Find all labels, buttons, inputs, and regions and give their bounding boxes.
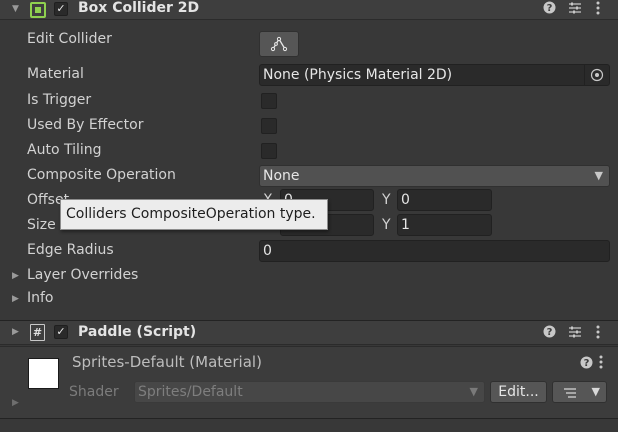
edit-collider-button[interactable] xyxy=(259,31,299,57)
offset-y-value: 0 xyxy=(401,192,410,208)
bottom-divider xyxy=(0,418,618,432)
is-trigger-checkbox[interactable] xyxy=(261,93,277,109)
shader-label: Shader xyxy=(69,384,119,400)
edge-radius-value: 0 xyxy=(263,243,272,259)
is-trigger-label: Is Trigger xyxy=(27,92,92,108)
edit-collider-label: Edit Collider xyxy=(27,31,112,47)
chevron-down-icon: ▼ xyxy=(591,385,600,398)
shader-value: Sprites/Default xyxy=(138,384,243,400)
svg-text:?: ? xyxy=(584,358,590,369)
material-field[interactable]: None (Physics Material 2D) xyxy=(259,64,610,86)
offset-y-field[interactable]: 0 xyxy=(397,189,492,211)
chevron-down-icon: ▼ xyxy=(594,169,603,182)
fold-down-icon[interactable]: ▼ xyxy=(12,4,19,14)
material-preview-swatch[interactable] xyxy=(28,358,59,389)
chevron-down-icon: ▼ xyxy=(469,385,478,398)
paddle-script-header[interactable]: ▶ # ✓ Paddle (Script) ? xyxy=(0,320,618,345)
enabled-checkbox[interactable]: ✓ xyxy=(54,325,68,339)
material-name: Sprites-Default (Material) xyxy=(72,353,262,371)
edit-collider-icon xyxy=(270,36,288,52)
kebab-menu-icon[interactable] xyxy=(596,325,600,343)
shader-dropdown[interactable]: Sprites/Default ▼ xyxy=(134,381,485,403)
auto-tiling-label: Auto Tiling xyxy=(27,142,102,158)
used-by-effector-label: Used By Effector xyxy=(27,117,144,133)
edge-radius-field[interactable]: 0 xyxy=(259,240,610,262)
enabled-checkbox[interactable]: ✓ xyxy=(54,2,68,16)
fold-right-icon[interactable]: ▶ xyxy=(12,294,19,304)
composite-operation-dropdown[interactable]: None ▼ xyxy=(259,165,610,187)
size-y-value: 1 xyxy=(401,217,410,233)
script-icon: # xyxy=(30,324,45,341)
kebab-menu-icon[interactable] xyxy=(599,355,603,373)
object-picker-icon[interactable] xyxy=(584,65,608,85)
info-foldout[interactable]: Info xyxy=(27,290,54,306)
edit-shader-button[interactable]: Edit... xyxy=(490,381,547,403)
composite-operation-value: None xyxy=(263,168,300,184)
layer-overrides-foldout[interactable]: Layer Overrides xyxy=(27,267,138,283)
size-label: Size xyxy=(27,217,56,233)
fold-right-icon[interactable]: ▶ xyxy=(12,271,19,281)
size-y-field[interactable]: 1 xyxy=(397,214,492,236)
material-value: None (Physics Material 2D) xyxy=(263,67,453,83)
component-title: Paddle (Script) xyxy=(78,324,197,340)
shader-options-dropdown[interactable]: ▼ xyxy=(552,381,607,403)
edge-radius-label: Edge Radius xyxy=(27,242,114,258)
help-icon[interactable]: ? xyxy=(543,1,556,18)
presets-icon[interactable] xyxy=(568,1,582,19)
svg-text:?: ? xyxy=(547,3,553,14)
fold-right-icon[interactable]: ▶ xyxy=(12,398,19,408)
tooltip: Colliders CompositeOperation type. xyxy=(60,199,328,230)
auto-tiling-checkbox[interactable] xyxy=(261,143,277,159)
help-icon[interactable]: ? xyxy=(543,325,556,342)
fold-right-icon[interactable]: ▶ xyxy=(12,327,19,337)
used-by-effector-checkbox[interactable] xyxy=(261,118,277,134)
composite-operation-label: Composite Operation xyxy=(27,167,176,183)
box-collider-header[interactable]: ▼ ✓ Box Collider 2D ? xyxy=(0,0,618,20)
size-y-axis-label: Y xyxy=(382,217,391,233)
offset-y-axis-label: Y xyxy=(382,192,391,208)
list-icon xyxy=(564,388,576,398)
component-title: Box Collider 2D xyxy=(78,0,200,16)
box-collider-icon xyxy=(30,2,46,18)
svg-text:?: ? xyxy=(547,327,553,338)
material-label: Material xyxy=(27,66,84,82)
presets-icon[interactable] xyxy=(568,325,582,343)
kebab-menu-icon[interactable] xyxy=(596,1,600,19)
help-icon[interactable]: ? xyxy=(580,356,593,373)
